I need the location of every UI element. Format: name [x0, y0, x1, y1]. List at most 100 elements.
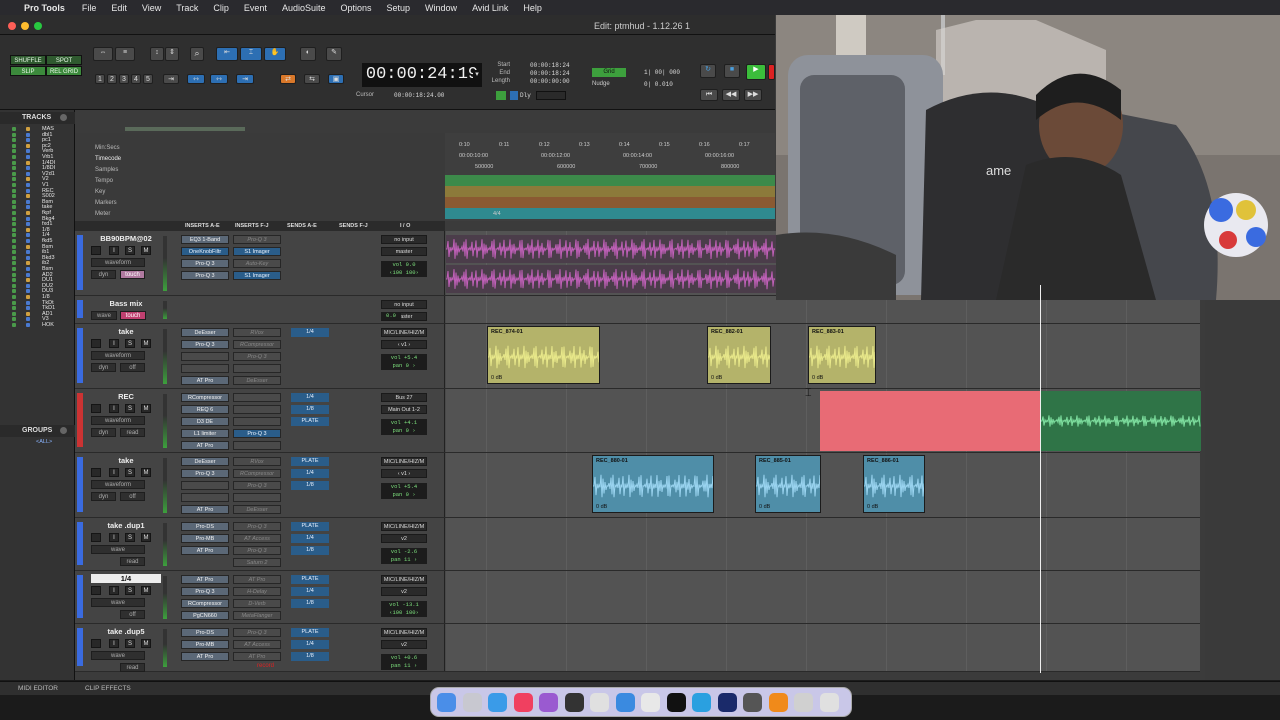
mirror-midi-icon[interactable]: ⇄ [280, 74, 296, 84]
insert-slot-f[interactable]: RCompressor [233, 340, 281, 349]
insert-slot-a[interactable]: Pro-Q 3 [181, 587, 229, 596]
track-visible-dot[interactable] [12, 317, 16, 322]
ruler-meter[interactable]: Meter [95, 211, 110, 217]
insert-slot-f[interactable]: H-Delay [233, 587, 281, 596]
ruler-markers[interactable]: Markers [95, 200, 117, 206]
io-output-selector[interactable]: Main Out 1-2 [381, 405, 427, 414]
io-output-selector[interactable]: ‹ v1 › [381, 340, 427, 349]
clip-effects-tab[interactable]: CLIP EFFECTS [85, 685, 131, 692]
track-visible-dot[interactable] [12, 149, 16, 154]
ruler-timecode[interactable]: Timecode [95, 156, 121, 162]
automation-mode-selector[interactable]: read [120, 663, 145, 672]
insert-slot-a[interactable]: D3 DE [181, 417, 229, 426]
io-output-selector[interactable]: v2 [381, 640, 427, 649]
track-playlist[interactable] [446, 624, 1200, 671]
mail-icon[interactable] [615, 693, 635, 712]
ruler-tempo[interactable]: Tempo [95, 178, 113, 184]
dyn-button[interactable]: dyn [91, 363, 116, 372]
recording-clip[interactable] [1041, 391, 1201, 451]
send-slot[interactable]: PLATE [291, 522, 329, 531]
groups-options-icon[interactable] [60, 427, 67, 434]
input-monitor-button[interactable]: I [109, 339, 119, 348]
shuffle-mode-button[interactable]: SHUFFLE [10, 55, 46, 65]
io-input-selector[interactable]: MIC/LINE/HIZ/M [381, 522, 427, 531]
launchpad-icon[interactable] [462, 693, 482, 712]
insert-slot-f[interactable]: Pro-Q 3 [233, 522, 281, 531]
grabber-tool-icon[interactable]: ✋ [264, 47, 286, 61]
menu-audiosuite[interactable]: AudioSuite [282, 3, 326, 13]
insert-slot-a[interactable]: Pro-Q 3 [181, 340, 229, 349]
menu-setup[interactable]: Setup [387, 3, 411, 13]
ruler-key[interactable]: Key [95, 189, 105, 195]
insert-slot-a[interactable] [181, 364, 229, 373]
slip-mode-button[interactable]: SLIP [10, 66, 46, 76]
insert-slot-f[interactable]: Pro-Q 3 [233, 628, 281, 637]
grid-value[interactable]: 1| 00| 000 [644, 69, 680, 76]
track-view-selector[interactable]: wave [91, 598, 145, 607]
track-visible-dot[interactable] [12, 283, 16, 288]
track-visible-dot[interactable] [12, 295, 16, 299]
track-playlist[interactable]: REC_874-01 0 dB REC_882-01 0 dB REC_883-01 0 … [446, 324, 1200, 388]
nudge-value[interactable]: 0| 0.010 [644, 81, 673, 88]
logic-icon[interactable] [539, 693, 558, 712]
insert-slot-a[interactable]: DeEsser [181, 328, 229, 337]
menu-clip[interactable]: Clip [213, 3, 229, 13]
telegram-icon[interactable] [692, 693, 711, 712]
insert-slot-f[interactable] [233, 417, 281, 426]
minimize-window-button[interactable] [21, 22, 29, 30]
audio-clip[interactable]: REC_885-01 0 dB [755, 455, 821, 513]
insert-slot-a[interactable]: L1 limiter [181, 429, 229, 438]
insert-slot-a[interactable]: REQ 6 [181, 405, 229, 414]
insert-slot-b[interactable]: OneKnobFiltr [181, 247, 229, 256]
automation-mode-selector[interactable]: off [120, 492, 145, 501]
zoom-vertical-icon[interactable]: ↕ [150, 47, 164, 61]
insert-slot-f[interactable]: MetaFlanger [233, 611, 281, 620]
track-visible-dot[interactable] [12, 127, 16, 131]
record-enable-button[interactable] [91, 468, 101, 477]
track-visible-dot[interactable] [12, 132, 16, 137]
photo-icon[interactable] [590, 693, 609, 712]
io-input-selector[interactable]: no input [381, 300, 427, 309]
send-slot[interactable]: 1/4 [291, 534, 329, 543]
send-slot[interactable]: PLATE [291, 575, 329, 584]
clip-lock-icon[interactable]: ▣ [328, 74, 344, 84]
calculator-icon[interactable] [743, 693, 762, 712]
record-enable-button[interactable] [91, 404, 101, 413]
insert-slot-f[interactable] [233, 493, 281, 502]
audio-clip[interactable]: REC_886-01 0 dB [863, 455, 925, 513]
mute-button[interactable]: M [141, 639, 151, 648]
app-menu[interactable]: Pro Tools [24, 3, 65, 13]
zoom-preset-4[interactable]: 4 [131, 74, 141, 84]
track-visible-dot[interactable] [12, 222, 16, 227]
insert-slot-f[interactable]: S1 Imager [233, 247, 281, 256]
solo-button[interactable]: S [125, 586, 135, 595]
zoom-preset-1[interactable]: 1 [95, 74, 105, 84]
solo-button[interactable]: S [125, 404, 135, 413]
safari-icon[interactable] [488, 693, 507, 712]
zoom-in-icon[interactable]: ⇕ [165, 47, 179, 61]
record-enable-button[interactable] [91, 639, 101, 648]
track-playlist[interactable]: REC_880-01 0 dB REC_885-01 0 dB REC_886-01 0 … [446, 453, 1200, 517]
zoom-preset-5[interactable]: 5 [143, 74, 153, 84]
track-visible-dot[interactable] [12, 205, 16, 210]
trim-tool-icon[interactable]: ⇤ [216, 47, 238, 61]
track-visible-dot[interactable] [12, 227, 16, 232]
track-playlist[interactable] [446, 296, 1200, 323]
automation-mode-selector[interactable]: off [120, 610, 145, 619]
track-view-selector[interactable]: waveform [91, 351, 145, 360]
end-value[interactable]: 00:00:18:24 [530, 70, 570, 77]
group-all[interactable]: <ALL> [36, 439, 52, 445]
rewind-icon[interactable]: ◀◀ [722, 89, 740, 101]
stop-icon[interactable]: ■ [724, 64, 740, 78]
menu-view[interactable]: View [142, 3, 161, 13]
io-input-selector[interactable]: no input [381, 235, 427, 244]
menu-track[interactable]: Track [176, 3, 198, 13]
track-visible-dot[interactable] [12, 211, 16, 215]
close-window-button[interactable] [8, 22, 16, 30]
dyn-button[interactable]: dyn [91, 270, 116, 279]
insert-slot-a[interactable]: AT Pro [181, 546, 229, 555]
track-visible-dot[interactable] [12, 233, 16, 238]
record-enable-button[interactable] [91, 533, 101, 542]
mute-button[interactable]: M [141, 586, 151, 595]
track-visible-dot[interactable] [12, 155, 16, 159]
